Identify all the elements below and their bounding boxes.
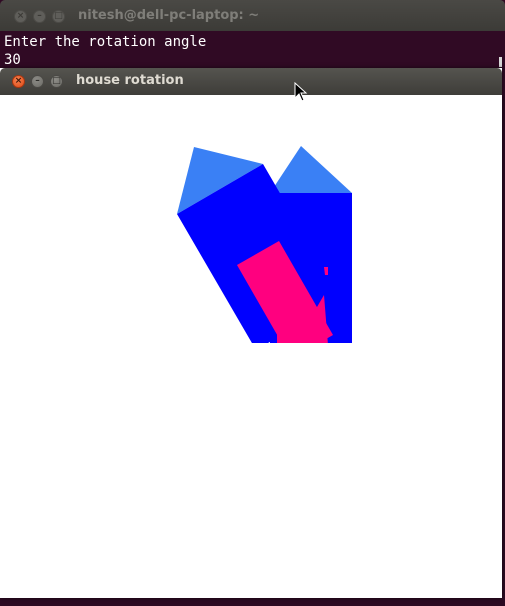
terminal-line-input: 30: [4, 52, 21, 68]
house-maximize-button[interactable]: □: [50, 75, 63, 88]
house-drawing: [177, 146, 352, 343]
terminal-scrollbar[interactable]: [499, 57, 502, 67]
house-window-title: house rotation: [76, 73, 184, 88]
terminal-minimize-button[interactable]: –: [33, 10, 46, 23]
house-minimize-button[interactable]: –: [31, 75, 44, 88]
house-rotation-window: × – □ house rotation: [0, 68, 502, 598]
house-window-titlebar[interactable]: × – □ house rotation: [0, 68, 502, 95]
terminal-close-button[interactable]: ×: [14, 10, 27, 23]
terminal-titlebar[interactable]: × – □ nitesh@dell-pc-laptop: ~: [0, 0, 505, 31]
drawing-canvas: [1, 95, 501, 597]
original-house-roof: [270, 146, 352, 193]
house-close-button[interactable]: ×: [12, 75, 25, 88]
mouse-cursor-icon: [294, 82, 308, 102]
terminal-maximize-button[interactable]: □: [52, 10, 65, 23]
terminal-line-prompt: Enter the rotation angle: [4, 34, 207, 50]
terminal-title: nitesh@dell-pc-laptop: ~: [78, 8, 260, 23]
